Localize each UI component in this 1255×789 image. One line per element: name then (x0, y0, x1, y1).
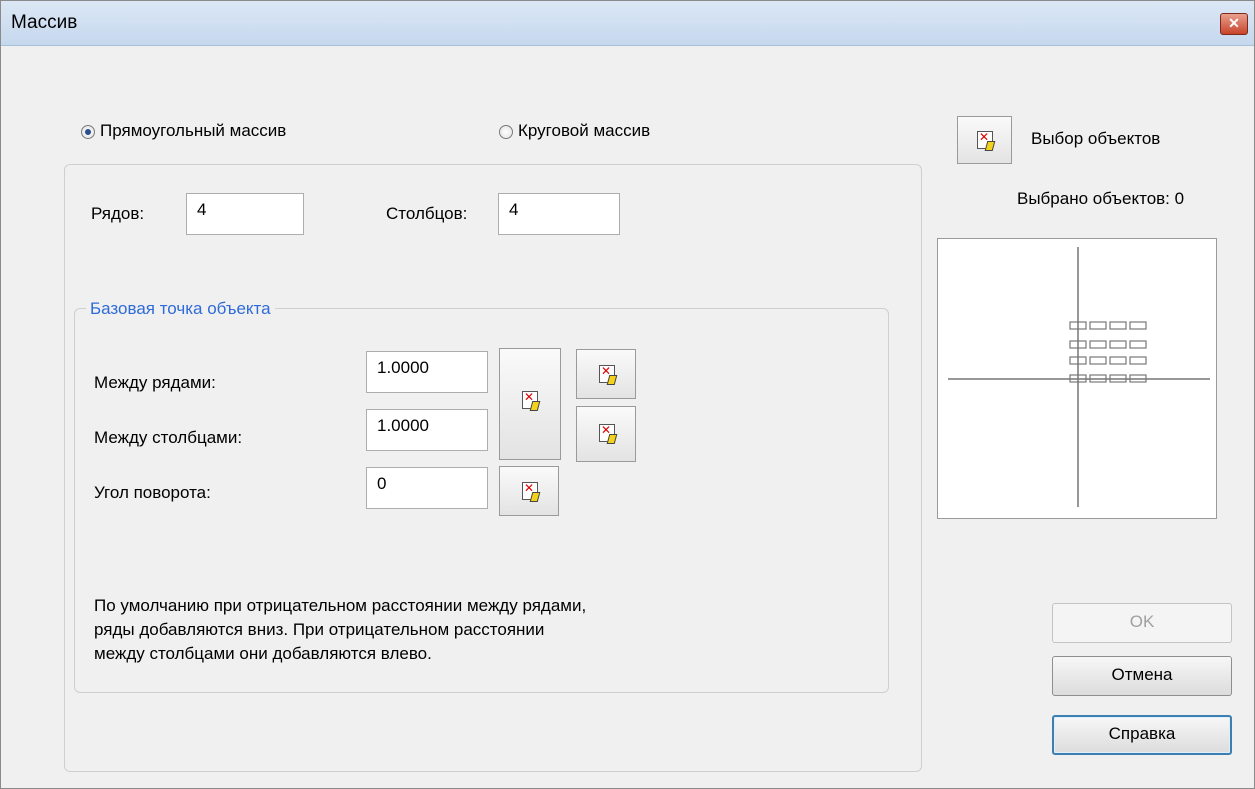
rows-label: Рядов: (91, 204, 145, 223)
select-objects-button[interactable] (957, 116, 1012, 164)
row-offset-label: Между рядами: (94, 373, 216, 392)
polar-array-label[interactable]: Круговой массив (518, 121, 650, 141)
rectangular-array-label[interactable]: Прямоугольный массив (100, 121, 286, 141)
help-button[interactable]: Справка (1052, 715, 1232, 755)
dialog-title: Массив (11, 12, 78, 33)
rows-input[interactable]: 4 (186, 193, 304, 235)
angle-input[interactable]: 0 (366, 467, 488, 509)
columns-label: Столбцов: (386, 204, 468, 223)
cancel-button-label: Отмена (1111, 665, 1173, 684)
rectangular-array-radio[interactable] (81, 125, 95, 139)
pick-point-icon (599, 364, 615, 383)
cancel-button[interactable]: Отмена (1052, 656, 1232, 696)
selected-count: Выбрано объектов: 0 (1017, 189, 1185, 208)
hint-line-1: По умолчанию при отрицательном расстояни… (94, 596, 587, 615)
hint-line-3: между столбцами они добавляются влево. (94, 644, 432, 663)
column-offset-label: Между столбцами: (94, 428, 243, 447)
ok-button-label: OK (1129, 612, 1155, 631)
ok-button[interactable]: OK (1052, 603, 1232, 643)
base-point-legend: Базовая точка объекта (86, 299, 275, 319)
pick-angle-button[interactable] (499, 466, 559, 516)
title-bar: Массив ✕ (1, 1, 1254, 46)
array-preview-drawing (948, 247, 1210, 507)
array-preview (937, 238, 1217, 519)
hint-line-2: ряды добавляются вниз. При отрицательном… (94, 620, 545, 639)
select-objects-label: Выбор объектов (1031, 129, 1161, 148)
columns-input[interactable]: 4 (498, 193, 620, 235)
select-objects-icon (977, 130, 993, 149)
hint-text: По умолчанию при отрицательном расстояни… (94, 594, 586, 666)
pick-column-offset-button[interactable] (576, 406, 636, 462)
polar-array-radio[interactable] (499, 125, 513, 139)
pick-point-icon (522, 481, 538, 500)
pick-both-offsets-button[interactable] (499, 348, 561, 460)
pick-point-icon (522, 390, 538, 409)
angle-label: Угол поворота: (94, 483, 211, 502)
help-button-label: Справка (1108, 724, 1176, 743)
close-icon[interactable]: ✕ (1220, 13, 1248, 35)
preview-array-items (1069, 321, 1147, 383)
pick-row-offset-button[interactable] (576, 349, 636, 399)
column-offset-input[interactable]: 1.0000 (366, 409, 488, 451)
row-offset-input[interactable]: 1.0000 (366, 351, 488, 393)
pick-point-icon (599, 423, 615, 442)
array-dialog: Массив ✕ Прямоугольный массив Круговой м… (0, 0, 1255, 789)
